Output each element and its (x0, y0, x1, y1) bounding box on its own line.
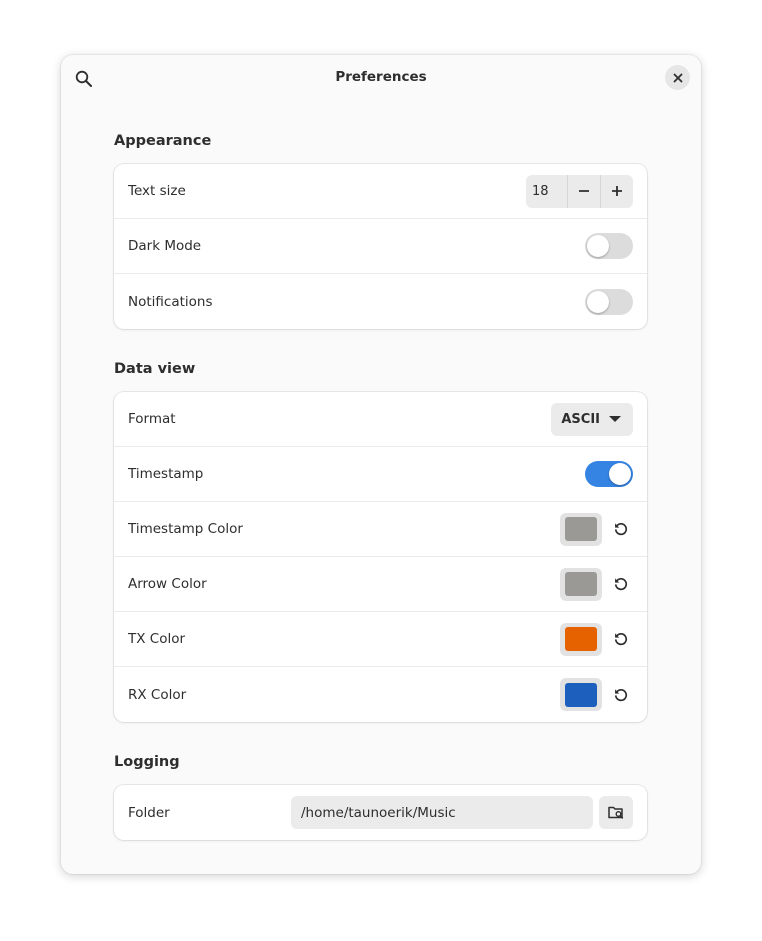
reset-icon (614, 523, 628, 536)
increase-button[interactable] (600, 174, 633, 208)
close-button[interactable] (665, 65, 690, 90)
chevron-down-icon (609, 416, 621, 422)
text-size-value[interactable]: 18 (526, 175, 567, 208)
logging-heading: Logging (114, 754, 180, 770)
switch-knob (587, 290, 609, 313)
timestamp-label: Timestamp (128, 466, 204, 482)
arrow-color-reset-button[interactable] (605, 568, 637, 600)
folder-search-icon (608, 806, 624, 819)
data-view-group: Format ASCII Timestamp Timestamp Color A… (114, 392, 647, 722)
format-label: Format (128, 411, 176, 427)
timestamp-color-button[interactable] (560, 512, 602, 546)
tx-color-row: TX Color (114, 612, 647, 667)
choose-folder-button[interactable] (599, 796, 633, 829)
notifications-row: Notifications (114, 274, 647, 329)
dark-mode-row: Dark Mode (114, 219, 647, 274)
window-title: Preferences (335, 69, 427, 85)
dark-mode-switch[interactable] (585, 233, 633, 259)
arrow-color-button[interactable] (560, 567, 602, 601)
notifications-switch[interactable] (585, 288, 633, 315)
header-bar: Preferences (61, 55, 701, 101)
arrow-color-label: Arrow Color (128, 576, 207, 592)
decrease-button[interactable] (567, 174, 600, 208)
appearance-group: Text size 18 Dark Mode Notifications (114, 164, 647, 329)
reset-icon (614, 578, 628, 591)
rx-color-button[interactable] (560, 678, 602, 711)
rx-color-label: RX Color (128, 686, 187, 703)
timestamp-row: Timestamp (114, 447, 647, 502)
minus-icon (579, 190, 589, 192)
plus-icon (612, 186, 622, 196)
text-size-row: Text size 18 (114, 164, 647, 219)
rx-color-swatch (565, 682, 597, 707)
arrow-color-row: Arrow Color (114, 557, 647, 612)
data-view-heading: Data view (114, 361, 196, 377)
notifications-label: Notifications (128, 293, 213, 310)
format-row: Format ASCII (114, 392, 647, 447)
timestamp-color-row: Timestamp Color (114, 502, 647, 557)
timestamp-color-swatch (565, 517, 597, 541)
folder-path-field[interactable]: /home/taunoerik/Music (291, 796, 593, 829)
text-size-label: Text size (128, 183, 186, 199)
timestamp-color-label: Timestamp Color (128, 521, 243, 537)
format-selected: ASCII (561, 411, 600, 427)
reset-icon (614, 688, 628, 701)
timestamp-color-reset-button[interactable] (605, 513, 637, 545)
rx-color-row: RX Color (114, 667, 647, 722)
appearance-heading: Appearance (114, 133, 212, 149)
text-size-spinbutton: 18 (526, 174, 633, 208)
close-icon (673, 73, 682, 82)
folder-label: Folder (128, 804, 170, 821)
tx-color-reset-button[interactable] (605, 623, 637, 655)
tx-color-button[interactable] (560, 622, 602, 656)
dark-mode-label: Dark Mode (128, 238, 202, 254)
switch-knob (609, 463, 631, 485)
rx-color-reset-button[interactable] (605, 679, 637, 711)
logging-group: Folder /home/taunoerik/Music (114, 785, 647, 840)
tx-color-swatch (565, 627, 597, 651)
folder-row: Folder /home/taunoerik/Music (114, 785, 647, 840)
switch-knob (587, 235, 609, 257)
reset-icon (614, 633, 628, 646)
arrow-color-swatch (565, 572, 597, 596)
timestamp-switch[interactable] (585, 461, 633, 487)
preferences-window: Preferences Appearance Text size 18 Dark… (61, 55, 701, 874)
tx-color-label: TX Color (128, 631, 186, 647)
format-dropdown[interactable]: ASCII (551, 402, 633, 436)
